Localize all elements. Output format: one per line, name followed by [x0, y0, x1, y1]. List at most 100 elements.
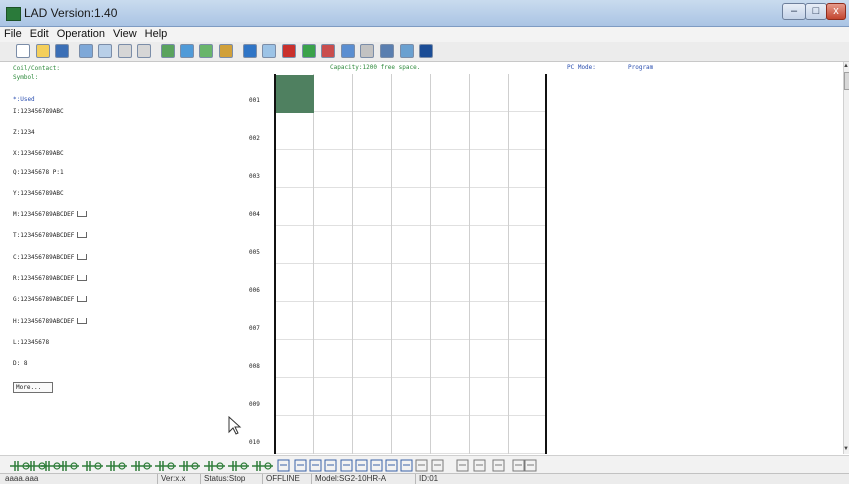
symbol-item: C:123456789ABCDEF	[13, 254, 88, 261]
run-icon[interactable]	[302, 44, 316, 58]
menu-file[interactable]: File	[0, 27, 26, 40]
symbol-text: I:123456789ABC	[13, 108, 64, 115]
coil-output-icon[interactable]	[252, 458, 273, 472]
symbol-text: C:123456789ABCDEF	[13, 254, 75, 261]
row-number: 004	[249, 211, 260, 218]
more-button[interactable]: More...	[13, 382, 53, 393]
coil-set-icon[interactable]	[277, 458, 290, 472]
symbol-text: L:12345678	[13, 339, 50, 346]
redo-icon[interactable]	[137, 44, 151, 58]
download-icon[interactable]	[341, 44, 355, 58]
row-number: 001	[249, 97, 260, 104]
row-insert-icon[interactable]	[456, 458, 469, 472]
print-preview-icon[interactable]	[98, 44, 112, 58]
vertical-scrollbar[interactable]	[843, 62, 849, 454]
simulate-icon[interactable]	[199, 44, 213, 58]
scroll-up-icon[interactable]: ▲	[843, 63, 849, 69]
symbol-text: H:123456789ABCDEF	[13, 318, 75, 325]
row-number: 008	[249, 363, 260, 370]
menu-bar: File Edit Operation View Help	[0, 27, 849, 42]
menu-help[interactable]: Help	[141, 27, 172, 40]
scroll-thumb[interactable]	[844, 72, 849, 90]
upload-icon[interactable]	[380, 44, 394, 58]
comment-icon[interactable]	[524, 458, 537, 472]
main-toolbar	[0, 42, 849, 62]
open-icon[interactable]	[36, 44, 50, 58]
maximize-button[interactable]: □	[805, 3, 827, 20]
row-number: 006	[249, 287, 260, 294]
add-icon[interactable]	[324, 458, 337, 472]
coil-x-icon[interactable]	[82, 458, 103, 472]
coil-p-icon[interactable]	[58, 458, 79, 472]
app-logo-icon	[6, 7, 21, 21]
new-icon[interactable]	[16, 44, 30, 58]
selected-cell-cursor[interactable]	[276, 75, 314, 113]
save-icon[interactable]	[55, 44, 69, 58]
symbol-item: X:123456789ABC	[13, 150, 64, 157]
sub-icon[interactable]	[355, 458, 368, 472]
help-icon[interactable]	[419, 44, 433, 58]
symbol-checkbox[interactable]	[77, 275, 88, 281]
symbol-checkbox[interactable]	[77, 211, 88, 217]
and-icon[interactable]	[400, 458, 413, 472]
vline-icon[interactable]	[309, 458, 322, 472]
symbol-text: *:Used	[13, 96, 35, 103]
row-number: 002	[249, 135, 260, 142]
scroll-down-icon[interactable]: ▼	[843, 446, 849, 452]
symbol-item: H:123456789ABCDEF	[13, 318, 88, 325]
symbol-item: I:123456789ABC	[13, 108, 64, 115]
symbol-item: Y:123456789ABC	[13, 190, 64, 197]
coil-m-icon[interactable]	[106, 458, 127, 472]
delete-icon[interactable]	[431, 458, 444, 472]
read-icon[interactable]	[219, 44, 233, 58]
symbol-item: R:123456789ABCDEF	[13, 275, 88, 282]
menu-operation[interactable]: Operation	[53, 27, 109, 40]
hline-icon[interactable]	[294, 458, 307, 472]
right-power-rail	[545, 74, 547, 454]
close-button[interactable]: x	[826, 3, 846, 20]
row-number: 009	[249, 401, 260, 408]
symbol-checkbox[interactable]	[77, 254, 88, 260]
symbol-text: X:123456789ABC	[13, 150, 64, 157]
pc-mode-label: PC Mode:	[567, 64, 596, 71]
pause-icon[interactable]	[360, 44, 374, 58]
stop-icon[interactable]	[282, 44, 296, 58]
title-bar: LAD Version:1.40 – □ x	[0, 0, 849, 27]
symbol-label: Symbol:	[13, 74, 39, 81]
connect-icon[interactable]	[262, 44, 276, 58]
minimize-button[interactable]: –	[782, 3, 806, 20]
row-number: 005	[249, 249, 260, 256]
symbol-text: Z:1234	[13, 129, 35, 136]
monitor-icon[interactable]	[180, 44, 194, 58]
symbol-checkbox[interactable]	[77, 296, 88, 302]
ladder-grid[interactable]	[275, 74, 545, 454]
coil-t-icon[interactable]	[131, 458, 152, 472]
record-icon[interactable]	[321, 44, 335, 58]
coil-h-icon[interactable]	[228, 458, 249, 472]
left-power-rail	[274, 74, 276, 454]
compile-icon[interactable]	[161, 44, 175, 58]
symbol-text: Y:123456789ABC	[13, 190, 64, 197]
menu-view[interactable]: View	[109, 27, 141, 40]
undo-icon[interactable]	[118, 44, 132, 58]
menu-edit[interactable]: Edit	[26, 27, 53, 40]
coil-g-icon[interactable]	[204, 458, 225, 472]
or-icon[interactable]	[415, 458, 428, 472]
symbol-checkbox[interactable]	[77, 232, 88, 238]
mouse-pointer-icon	[228, 416, 242, 435]
coil-r-icon[interactable]	[179, 458, 200, 472]
col-insert-icon[interactable]	[492, 458, 505, 472]
coil-c-icon[interactable]	[155, 458, 176, 472]
div-icon[interactable]	[370, 458, 383, 472]
row-delete-icon[interactable]	[473, 458, 486, 472]
coil-contact-label: Coil/Contact:	[13, 65, 60, 72]
mul-icon[interactable]	[340, 458, 353, 472]
network-icon[interactable]	[400, 44, 414, 58]
cmp-icon[interactable]	[385, 458, 398, 472]
symbol-item: M:123456789ABCDEF	[13, 211, 88, 218]
write-icon[interactable]	[243, 44, 257, 58]
print-icon[interactable]	[79, 44, 93, 58]
symbol-item: G:123456789ABCDEF	[13, 296, 88, 303]
row-number: 010	[249, 439, 260, 446]
symbol-checkbox[interactable]	[77, 318, 88, 324]
